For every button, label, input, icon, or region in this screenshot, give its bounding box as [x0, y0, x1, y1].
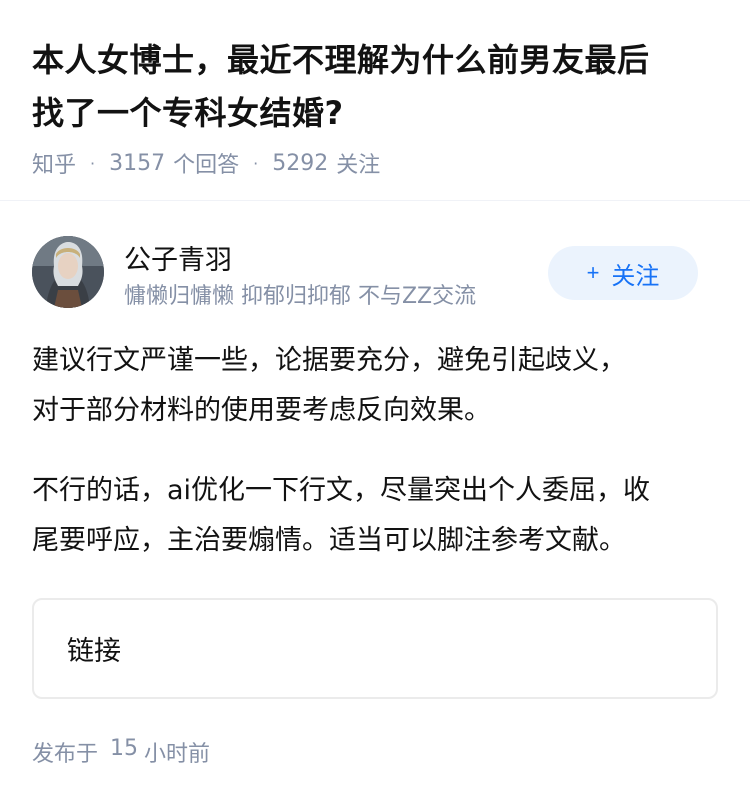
answers-count: 3157 [109, 150, 166, 176]
avatar[interactable] [32, 236, 104, 308]
question-header: 本人女博士，最近不理解为什么前男友最后 找了一个专科女结婚? 知乎 · 3157… [0, 0, 750, 180]
answer-content: 建议行文严谨一些，论据要充分，避免引起歧义， 对于部分材料的使用要考虑反向效果。… [32, 336, 722, 596]
answer-line: 不行的话，ai优化一下行文，尽量突出个人委屈，收 [32, 475, 651, 506]
followers-count: 5292 [272, 150, 329, 176]
plus-icon: + [586, 260, 600, 285]
source-label[interactable]: 知乎 [32, 147, 76, 179]
follow-label: 关注 [611, 262, 660, 290]
question-title-line: 找了一个专科女结婚? [32, 94, 344, 132]
question-title[interactable]: 本人女博士，最近不理解为什么前男友最后 找了一个专科女结婚? [32, 34, 718, 140]
question-meta: 知乎 · 3157 个回答 · 5292 关注 [32, 146, 718, 180]
publish-prefix: 发布于 [32, 742, 99, 767]
author-row: 公子青羽 慵懒归慵懒 抑郁归抑郁 不与ZZ交流 + 关注 [32, 236, 718, 312]
answer-line: 尾要呼应，主治要煽情。适当可以脚注参考文献。 [32, 525, 626, 556]
followers-label[interactable]: 关注 [336, 147, 380, 179]
author-name[interactable]: 公子青羽 [124, 238, 232, 277]
separator-dot: · [253, 153, 259, 173]
author-bio: 慵懒归慵懒 抑郁归抑郁 不与ZZ交流 [124, 284, 477, 309]
separator-dot: · [90, 153, 96, 173]
link-card[interactable]: 链接 [32, 598, 718, 699]
publish-suffix: 小时前 [144, 742, 211, 767]
section-divider [0, 200, 750, 201]
answer-line: 对于部分材料的使用要考虑反向效果。 [32, 395, 491, 426]
answer-paragraph: 不行的话，ai优化一下行文，尽量突出个人委屈，收 尾要呼应，主治要煽情。适当可以… [32, 466, 722, 566]
follow-button[interactable]: + 关注 [548, 246, 698, 300]
publish-time: 发布于 15 小时前 [32, 736, 210, 768]
answer-line: 建议行文严谨一些，论据要充分，避免引起歧义， [32, 345, 626, 376]
publish-count: 15 [110, 736, 139, 761]
answers-label[interactable]: 个回答 [173, 147, 239, 179]
question-title-line: 本人女博士，最近不理解为什么前男友最后 [32, 41, 650, 79]
answer-paragraph: 建议行文严谨一些，论据要充分，避免引起歧义， 对于部分材料的使用要考虑反向效果。 [32, 336, 722, 436]
answer-page: 本人女博士，最近不理解为什么前男友最后 找了一个专科女结婚? 知乎 · 3157… [0, 0, 750, 804]
link-label: 链接 [67, 636, 121, 667]
